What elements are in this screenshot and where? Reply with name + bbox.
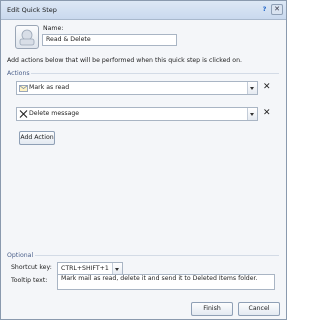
remove-action-2-button[interactable]: ✕: [263, 108, 271, 118]
actions-divider: [31, 73, 279, 74]
action-select-2[interactable]: Delete message: [16, 107, 258, 121]
optional-divider: [35, 255, 279, 256]
optional-section-title: Optional: [7, 252, 34, 259]
mark-as-read-icon: [19, 84, 28, 92]
shortcut-key-value: CTRL+SHIFT+1: [61, 265, 109, 272]
edit-quick-step-dialog: Edit Quick Step ? ✕ Name: Read & Delete …: [0, 0, 287, 320]
action-select-1[interactable]: Mark as read: [16, 81, 258, 95]
close-button[interactable]: ✕: [271, 4, 283, 15]
quick-step-icon: [19, 29, 35, 46]
chevron-down-icon[interactable]: [247, 108, 257, 120]
finish-button[interactable]: Finish: [191, 302, 233, 316]
help-button[interactable]: ?: [259, 4, 270, 14]
tooltip-text-input[interactable]: Mark mail as read, delete it and send it…: [57, 274, 275, 290]
tooltip-text-label: Tooltip text:: [11, 277, 48, 284]
instructions-text: Add actions below that will be performed…: [7, 57, 242, 64]
title-bar: Edit Quick Step ? ✕: [1, 1, 286, 20]
cancel-button[interactable]: Cancel: [238, 302, 280, 316]
chevron-down-icon[interactable]: [247, 82, 257, 94]
delete-x-icon: [19, 110, 28, 118]
quick-step-icon-picker[interactable]: [15, 25, 39, 49]
remove-action-1-button[interactable]: ✕: [263, 82, 271, 92]
window-title: Edit Quick Step: [7, 6, 57, 14]
name-input[interactable]: Read & Delete: [42, 34, 177, 46]
shortcut-key-label: Shortcut key:: [11, 264, 52, 271]
name-label: Name:: [43, 25, 64, 32]
action-select-1-value: Mark as read: [29, 84, 70, 91]
add-action-button[interactable]: Add Action: [19, 131, 55, 145]
actions-section-title: Actions: [7, 70, 30, 77]
action-select-2-value: Delete message: [29, 110, 80, 117]
